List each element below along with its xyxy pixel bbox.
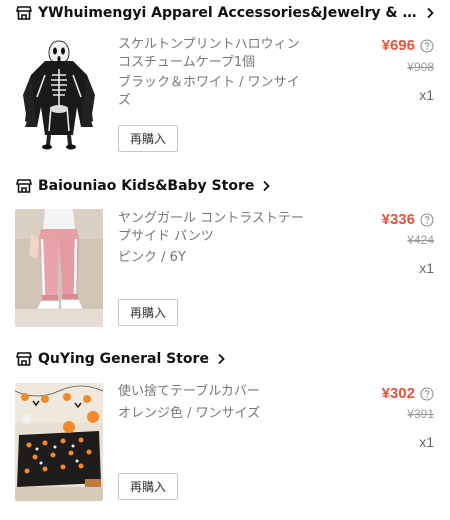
quantity: x1 [419,434,434,450]
product-image-skeleton-costume[interactable] [15,35,103,153]
chevron-right-icon [218,353,225,365]
product-title[interactable]: スケルトンプリントハロウィンコスチュームケープ1個 [118,36,308,72]
price: ¥336 [381,211,415,228]
price-row: ¥696 [382,37,434,54]
store-name: Baiouniao Kids&Baby Store [38,178,255,194]
original-price: ¥424 [407,233,434,247]
store-icon [16,179,32,193]
price: ¥302 [381,385,415,402]
pink-pants-image [15,209,103,327]
help-icon[interactable] [420,39,434,53]
price-row: ¥302 [382,385,434,402]
store-header-3[interactable]: QuYing General Store [16,348,226,370]
product-title[interactable]: ヤングガール コントラストテープサイド パンツ [118,210,308,246]
product-title[interactable]: 使い捨てテーブルカバー [118,383,308,401]
rebuy-button[interactable]: 再購入 [118,473,178,500]
store-icon [16,6,32,20]
original-price: ¥908 [407,60,434,74]
price-row: ¥336 [382,211,434,228]
original-price: ¥391 [407,407,434,421]
rebuy-button[interactable]: 再購入 [118,125,178,152]
quantity: x1 [419,87,434,103]
help-icon[interactable] [420,387,434,401]
chevron-right-icon [427,7,434,19]
product-image-tablecloth[interactable] [15,383,103,501]
skeleton-costume-image [15,35,103,153]
store-name: YWhuimengyi Apparel Accessories&Jewelry … [38,5,418,21]
product-variant: ピンク / 6Y [118,250,186,265]
store-header-1[interactable]: YWhuimengyi Apparel Accessories&Jewelry … [16,2,435,24]
product-image-pink-pants[interactable] [15,209,103,327]
quantity: x1 [419,260,434,276]
tablecloth-image [15,383,103,501]
store-name: QuYing General Store [38,351,209,367]
rebuy-button[interactable]: 再購入 [118,299,178,326]
price: ¥696 [381,37,415,54]
product-variant: ブラック＆ホワイト / ワンサイズ [118,75,300,108]
help-icon[interactable] [420,213,434,227]
store-icon [16,352,32,366]
chevron-right-icon [263,180,271,192]
store-header-2[interactable]: Baiouniao Kids&Baby Store [16,175,271,197]
product-variant: オレンジ色 / ワンサイズ [118,406,261,421]
